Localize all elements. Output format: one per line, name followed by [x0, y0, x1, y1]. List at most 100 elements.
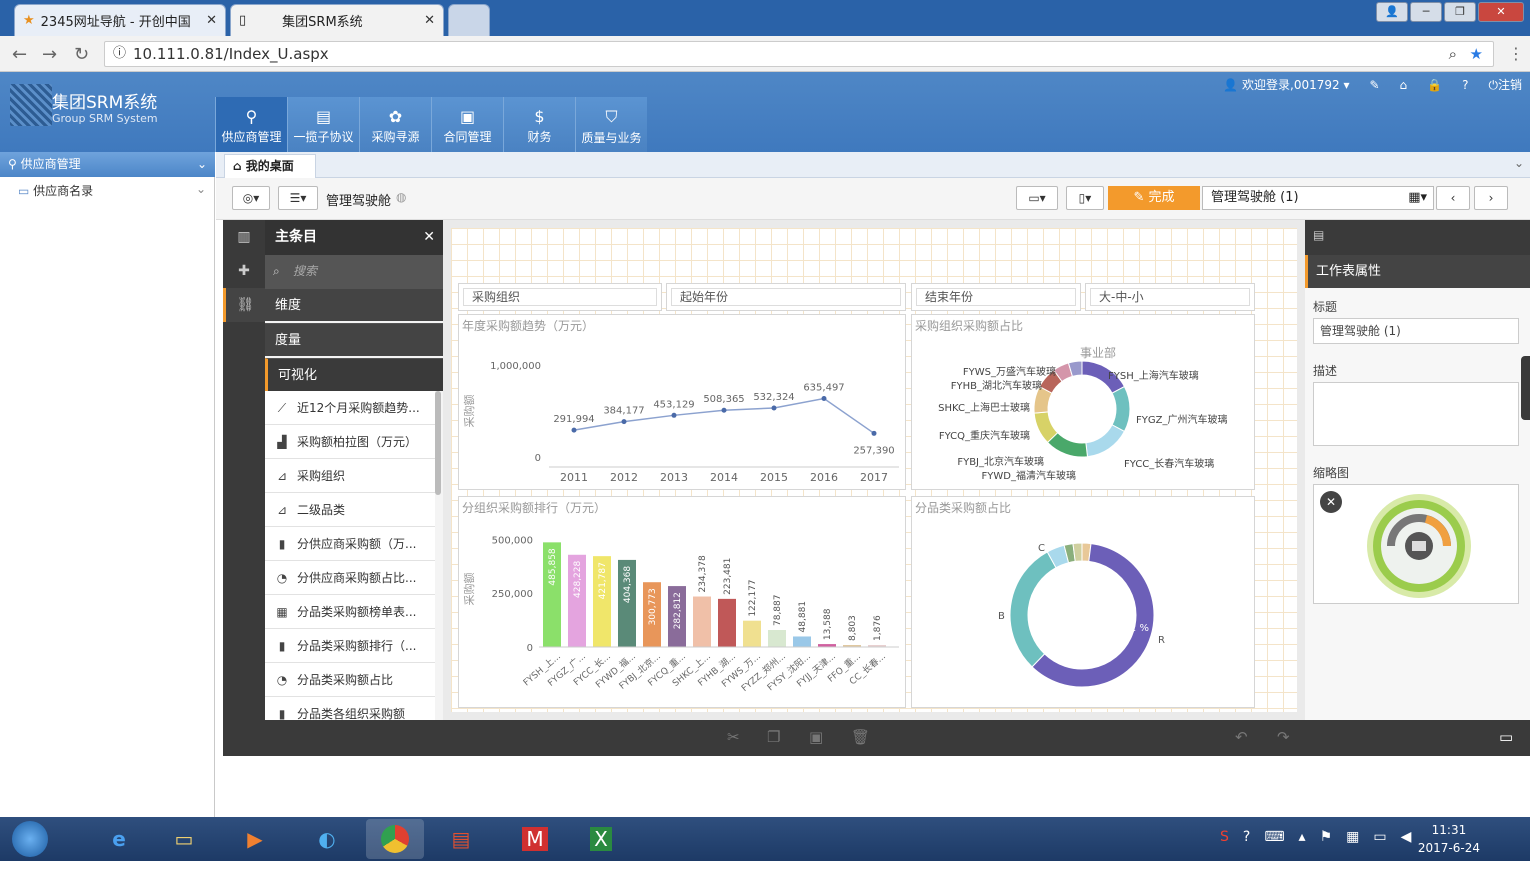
remove-thumbnail-icon[interactable]: ✕ — [1320, 491, 1342, 513]
paste-icon[interactable]: ▣ — [809, 728, 823, 746]
zoom-icon[interactable]: ⌕ — [1449, 42, 1457, 66]
menu-icon[interactable]: ⋮ — [1508, 44, 1524, 63]
asset-search-input[interactable]: ⌕ 搜索 — [265, 255, 443, 288]
flag-icon[interactable]: ⚑ — [1320, 829, 1333, 845]
user-menu[interactable]: 👤 欢迎登录,001792 ▾ — [1223, 76, 1349, 93]
window-close-icon[interactable]: ✕ — [1478, 2, 1524, 22]
module-tab-quality[interactable]: ⛉ 质量与业务 — [575, 97, 647, 152]
bookmark-star-icon[interactable]: ★ — [1470, 42, 1483, 66]
redo-icon[interactable]: ↷ — [1277, 728, 1290, 746]
help-icon[interactable]: ? — [1462, 78, 1468, 92]
filter-size[interactable]: 大-中-小 — [1085, 283, 1255, 311]
close-icon[interactable]: ✕ — [424, 13, 435, 28]
title-input[interactable]: 管理驾驶舱 (1) — [1313, 318, 1519, 344]
delete-icon[interactable]: 🗑 — [851, 728, 870, 746]
link-icon[interactable]: ⛓ — [223, 288, 265, 322]
help-tray-icon[interactable]: ? — [1243, 829, 1250, 845]
next-sheet-button[interactable]: › — [1474, 186, 1508, 210]
category-dimensions[interactable]: 维度 — [265, 288, 443, 321]
list-item[interactable]: ▦ 分品类采购额榜单表... — [265, 595, 435, 629]
copy-icon[interactable]: ❐ — [767, 728, 780, 746]
line-chart-panel[interactable]: 年度采购额趋势（万元） 采购额 1,000,000 0 291,994 2011 384,… — [458, 314, 906, 490]
input-method-icon[interactable]: S — [1220, 829, 1229, 845]
back-icon[interactable]: ← — [12, 44, 27, 65]
list-item[interactable]: ◔ 分供应商采购额占比... — [265, 561, 435, 595]
network-icon[interactable]: ▭ — [1373, 829, 1386, 845]
sheet-grid: 采购组织 起始年份 结束年份 大-中-小 年度采购额趋势（万元） 采购额 1,00… — [451, 228, 1297, 712]
module-tab-contract[interactable]: ▣ 合同管理 — [431, 97, 503, 152]
excel-taskbar-icon[interactable]: X — [572, 819, 630, 859]
url-input[interactable]: ⓘ 10.111.0.81/Index_U.aspx ⌕ ★ — [104, 41, 1494, 67]
list-item[interactable]: ⊿ 二级品类 — [265, 493, 435, 527]
app-taskbar-icon[interactable]: ▤ — [432, 819, 490, 859]
home-icon[interactable]: ⌂ — [1400, 78, 1408, 92]
media-taskbar-icon[interactable]: ▶ — [226, 819, 284, 859]
toggle-panel-icon[interactable]: ▭ — [1499, 728, 1513, 746]
forward-icon[interactable]: → — [42, 44, 57, 65]
tray-expand-icon[interactable]: ▴ — [1299, 829, 1306, 845]
start-button[interactable] — [6, 819, 54, 859]
lock-icon[interactable]: 🔒 — [1427, 78, 1442, 92]
present-button[interactable]: ▭▾ — [1016, 186, 1058, 210]
cut-icon[interactable]: ✂ — [727, 728, 740, 746]
new-tab-button[interactable] — [448, 4, 490, 36]
sheet-props-icon[interactable]: ▤ — [1313, 228, 1324, 242]
list-item[interactable]: ▮ 分品类各组织采购额 — [265, 697, 435, 720]
browser-tab-2345[interactable]: ★ 2345网址导航 - 开创中国 ✕ — [14, 4, 226, 36]
list-item[interactable]: ▟ 采购额柏拉图（万元） — [265, 425, 435, 459]
tools-icon[interactable]: ✎ — [1369, 78, 1379, 92]
done-button[interactable]: ✎ 完成 — [1108, 186, 1200, 210]
org-pie-panel[interactable]: 采购组织采购额占比 事业部 FYSH_上海汽车玻璃 FYGZ_广州汽车玻璃 FYCC_… — [911, 314, 1255, 490]
description-textarea[interactable] — [1313, 382, 1519, 446]
clock[interactable]: 11:31 2017-6-24 — [1418, 821, 1480, 857]
list-item[interactable]: ⟋ 近12个月采购额趋势... — [265, 391, 435, 425]
chat-taskbar-icon[interactable]: ◐ — [298, 819, 356, 859]
chrome-taskbar-icon[interactable] — [366, 819, 424, 859]
list-item[interactable]: ⊿ 采购组织 — [265, 459, 435, 493]
list-item[interactable]: ▮ 分品类采购额排行（... — [265, 629, 435, 663]
user-icon[interactable]: 👤 — [1376, 2, 1408, 22]
asset-scrollbar[interactable] — [435, 391, 441, 495]
puzzle-icon[interactable]: ✚ — [223, 254, 265, 288]
close-icon[interactable]: ✕ — [423, 220, 435, 255]
sidebar-header[interactable]: ⚲ 供应商管理 ⌄ — [0, 152, 215, 177]
category-measures[interactable]: 度量 — [265, 323, 443, 356]
menu-button[interactable]: ☰▾ — [278, 186, 318, 210]
bookmark-button[interactable]: ▯▾ — [1066, 186, 1104, 210]
minimize-icon[interactable]: ─ — [1410, 2, 1442, 22]
restore-icon[interactable]: ❐ — [1444, 2, 1476, 22]
navigate-button[interactable]: ◎▾ — [232, 186, 270, 210]
filter-end-year[interactable]: 结束年份 — [911, 283, 1081, 311]
category-pie-panel[interactable]: 分品类采购额占比 R B C 60.2 % 29.8 % — [911, 496, 1255, 708]
bar-chart-panel[interactable]: 分组织采购额排行（万元） 采购额 500,000 250,000 0 485,858 FY… — [458, 496, 906, 708]
module-tab-supplier[interactable]: ⚲ 供应商管理 — [215, 97, 287, 152]
close-icon[interactable]: ✕ — [206, 13, 217, 28]
chart-panel-icon[interactable]: ▥ — [223, 220, 265, 254]
ie-taskbar-icon[interactable]: e — [90, 819, 148, 859]
explorer-taskbar-icon[interactable]: ▭ — [155, 819, 213, 859]
logout-button[interactable]: ⏻注销 — [1488, 76, 1522, 93]
module-tab-sourcing[interactable]: ✿ 采购寻源 — [359, 97, 431, 152]
sidebar-item-supplier-list[interactable]: ▭ 供应商名录 — [18, 182, 93, 199]
list-item[interactable]: ▮ 分供应商采购额（万... — [265, 527, 435, 561]
tab-my-desktop[interactable]: ⌂ 我的桌面 — [224, 154, 316, 178]
collapse-icon[interactable]: ⌄ — [1514, 156, 1524, 170]
filter-purchase-org[interactable]: 采购组织 — [458, 283, 662, 311]
prev-sheet-button[interactable]: ‹ — [1436, 186, 1470, 210]
undo-icon[interactable]: ↶ — [1235, 728, 1248, 746]
module-tab-finance[interactable]: $ 财务 — [503, 97, 575, 152]
reload-icon[interactable]: ↻ — [74, 44, 89, 65]
volume-icon[interactable]: ◀ — [1401, 829, 1412, 845]
keyboard-icon[interactable]: ⌨ — [1264, 829, 1284, 845]
data-label: 508,365 — [703, 394, 744, 405]
category-visualizations[interactable]: 可视化 — [265, 358, 443, 391]
module-tab-blanket[interactable]: ▤ 一揽子协议 — [287, 97, 359, 152]
side-scroll-handle[interactable] — [1521, 356, 1530, 420]
list-item[interactable]: ◔ 分品类采购额占比 — [265, 663, 435, 697]
device-icon[interactable]: ▦ — [1346, 829, 1359, 845]
filter-start-year[interactable]: 起始年份 — [666, 283, 906, 311]
sheet-selector[interactable]: 管理驾驶舱 (1) ▦▾ — [1202, 186, 1434, 210]
browser-tab-srm[interactable]: ▯ 集团SRM系统 ✕ — [230, 4, 444, 36]
thumbnail-box[interactable]: ✕ — [1313, 484, 1519, 604]
mail-taskbar-icon[interactable]: M — [506, 819, 564, 859]
